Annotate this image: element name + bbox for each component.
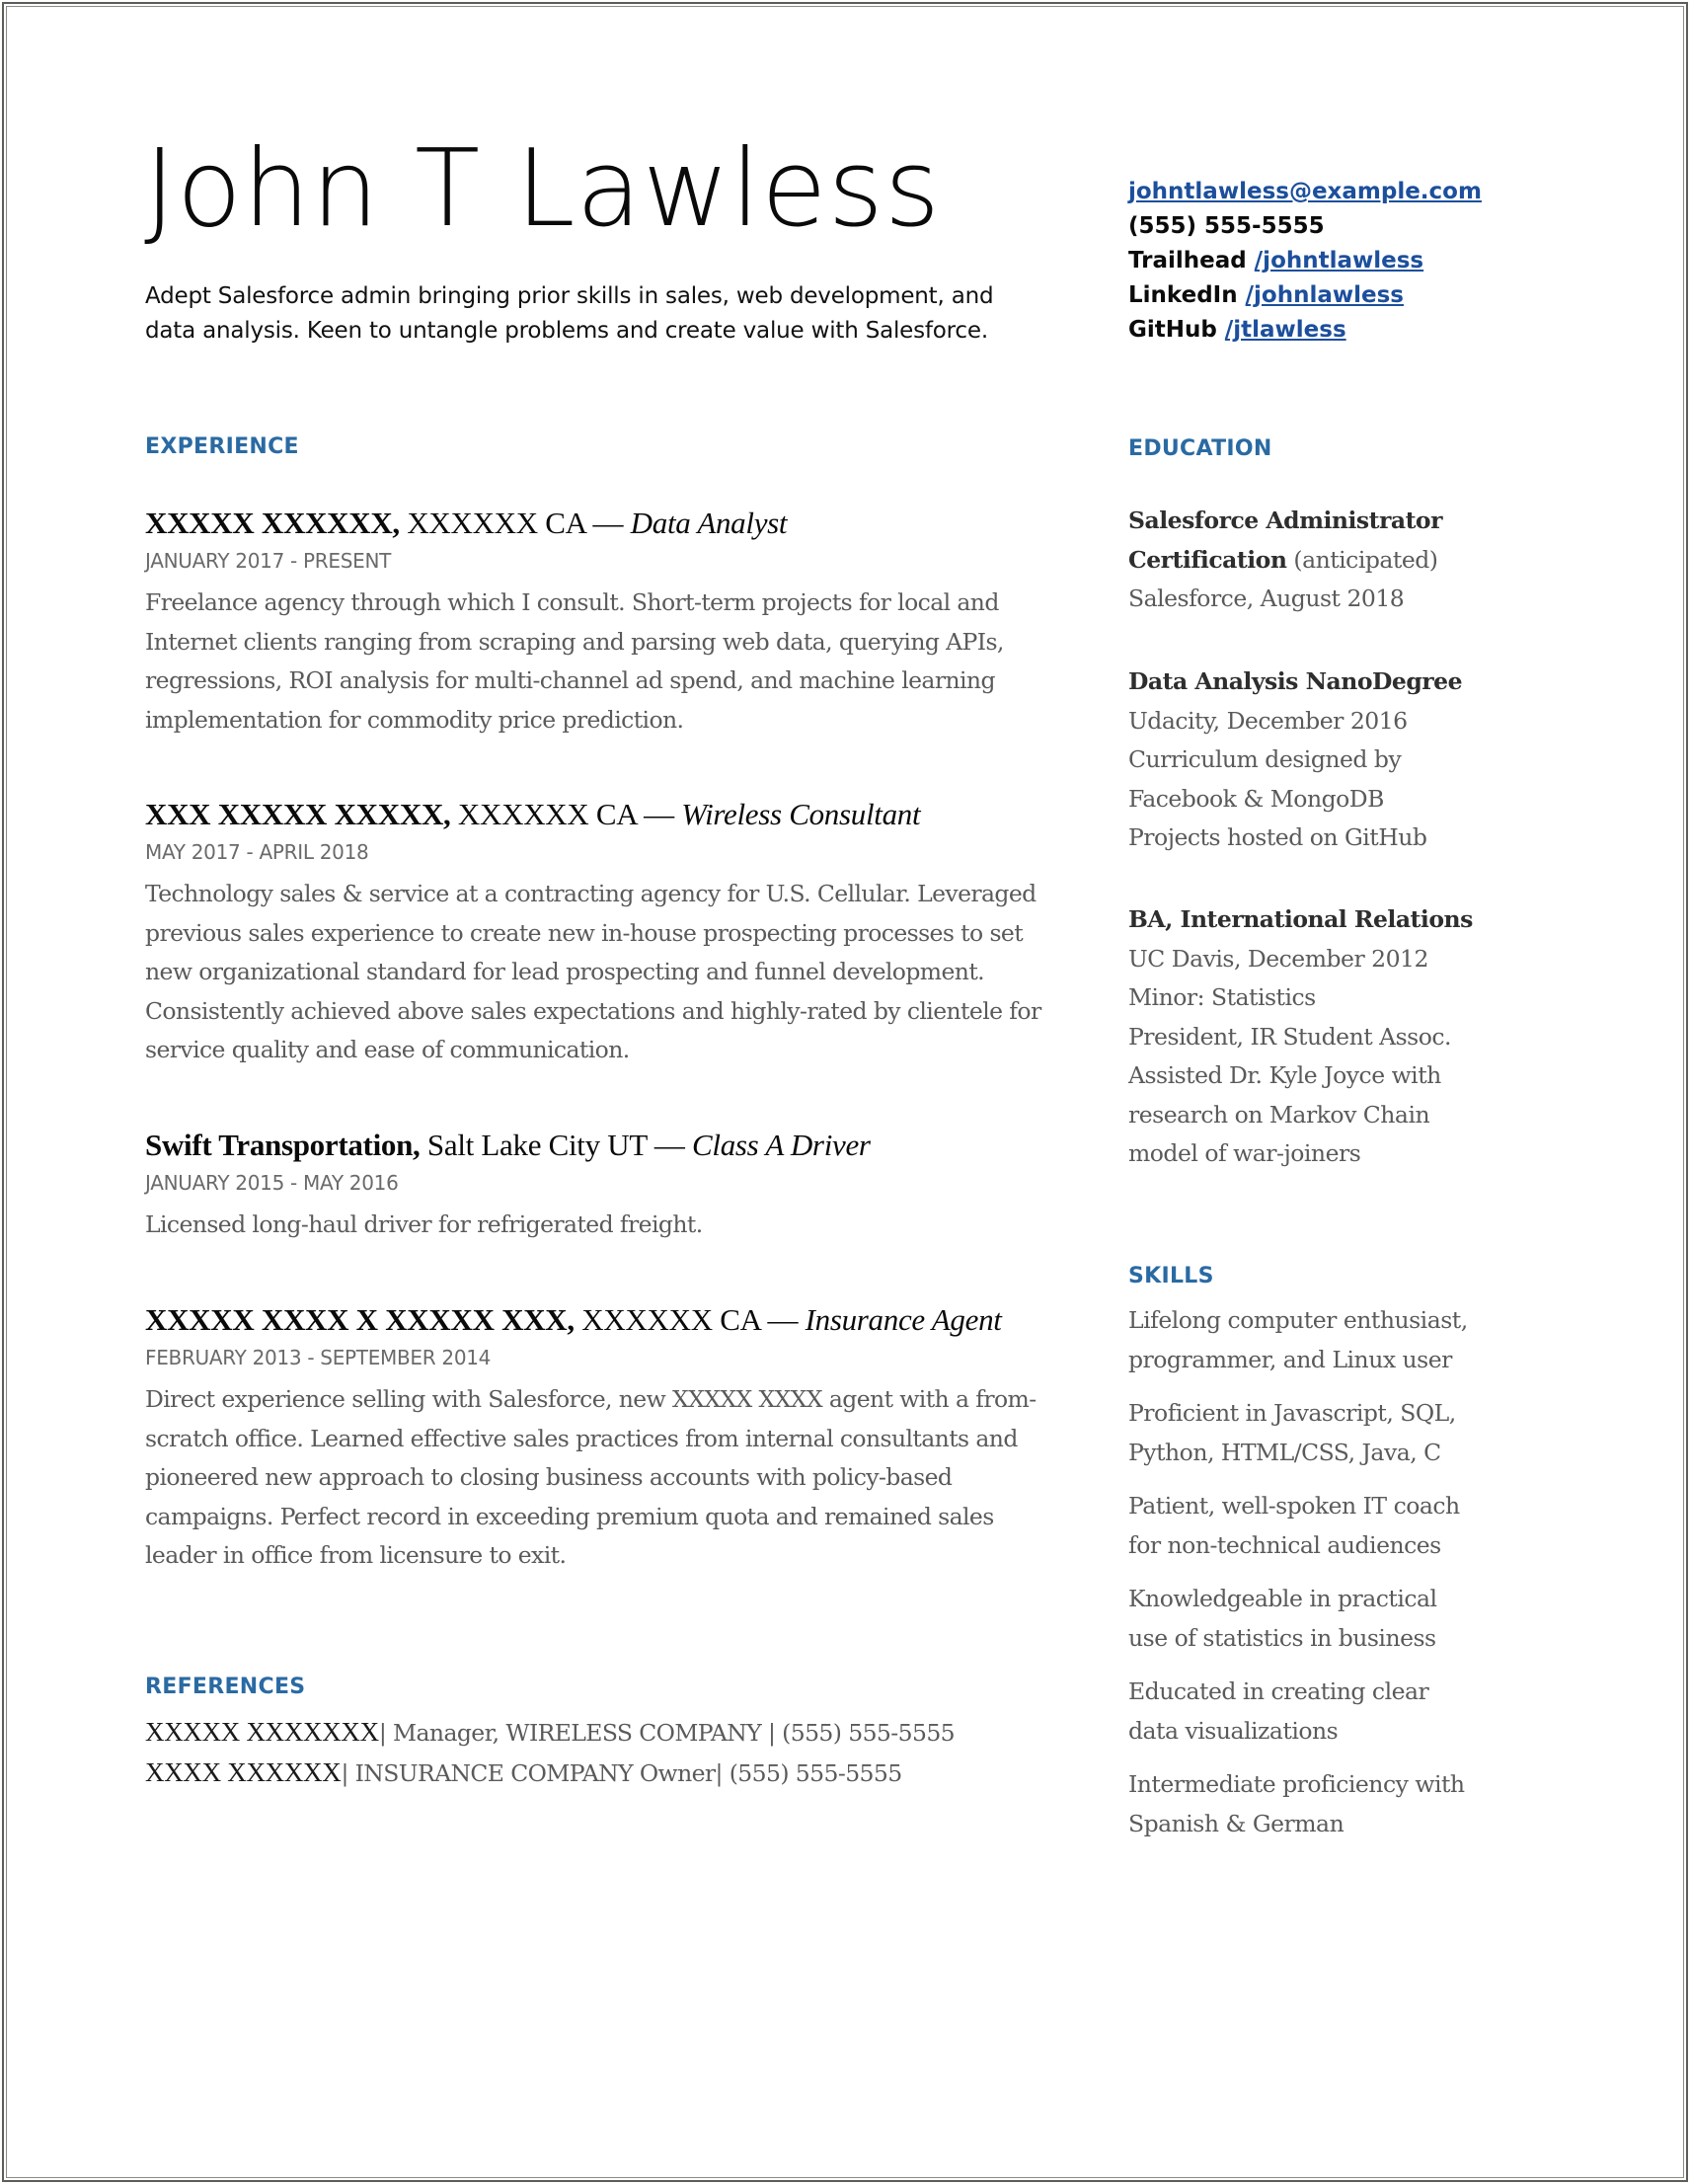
job-heading: XXXXX XXXXXX, XXXXXX CA — Data Analyst xyxy=(145,504,1063,543)
job-entry: Swift Transportation, Salt Lake City UT … xyxy=(145,1126,1063,1245)
education-detail: Curriculum designed by xyxy=(1128,745,1402,773)
education-detail: Salesforce, August 2018 xyxy=(1128,585,1405,612)
job-description: Licensed long-haul driver for refrigerat… xyxy=(145,1210,703,1238)
education-item: BA, International Relations UC Davis, De… xyxy=(1128,900,1642,1174)
education-detail: model of war-joiners xyxy=(1128,1139,1361,1167)
skills-list: Lifelong computer enthusiast, programmer,… xyxy=(1128,1301,1642,1858)
job-location: XXXXXX CA — xyxy=(450,797,682,831)
job-entry: XXX XXXXX XXXXX, XXXXXX CA — Wireless Co… xyxy=(145,795,1063,1070)
references-list: XXXXX XXXXXXX| Manager, WIRELESS COMPANY… xyxy=(145,1713,956,1794)
reference-item: XXXXX XXXXXXX| Manager, WIRELESS COMPANY… xyxy=(145,1713,956,1754)
contact-block: johntlawless@example.com (555) 555-5555 … xyxy=(1128,175,1482,348)
job-org: XXXXX XXXX X XXXXX XXX, xyxy=(145,1302,575,1337)
linkedin-link[interactable]: /johnlawless xyxy=(1246,282,1404,308)
education-detail: Udacity, December 2016 xyxy=(1128,706,1408,735)
skill-line: Patient, well-spoken IT coach xyxy=(1128,1492,1460,1520)
trailhead-label: Trailhead xyxy=(1128,248,1247,273)
skill-line: data visualizations xyxy=(1128,1716,1339,1745)
education-title-cont: Certification xyxy=(1128,545,1287,574)
education-detail: UC Davis, December 2012 xyxy=(1128,944,1428,973)
job-org: XXXXX XXXXXX, xyxy=(145,506,400,540)
skill-item: Proficient in Javascript, SQL, Python, HT… xyxy=(1128,1394,1642,1472)
skill-line: Spanish & German xyxy=(1128,1809,1344,1837)
education-item: Salesforce Administrator Certification (… xyxy=(1128,502,1642,619)
education-detail: Assisted Dr. Kyle Joyce with xyxy=(1128,1061,1441,1089)
job-description: Freelance agency through which I consult… xyxy=(145,588,1004,734)
job-role: Data Analyst xyxy=(630,506,788,540)
experience-heading: EXPERIENCE xyxy=(145,434,299,459)
skill-line: Educated in creating clear xyxy=(1128,1677,1429,1705)
education-detail: Minor: Statistics xyxy=(1128,983,1316,1011)
job-heading: XXX XXXXX XXXXX, XXXXXX CA — Wireless Co… xyxy=(145,795,1063,834)
skill-item: Knowledgeable in practical use of statist… xyxy=(1128,1580,1642,1658)
reference-detail: | Manager, WIRELESS COMPANY | (555) 555-… xyxy=(378,1719,956,1747)
skills-heading: SKILLS xyxy=(1128,1264,1214,1288)
skill-line: Intermediate proficiency with xyxy=(1128,1770,1465,1798)
skill-line: Lifelong computer enthusiast, xyxy=(1128,1306,1468,1334)
skill-line: Python, HTML/CSS, Java, C xyxy=(1128,1438,1441,1466)
education-title: Salesforce Administrator xyxy=(1128,507,1443,534)
skill-line: programmer, and Linux user xyxy=(1128,1345,1452,1373)
job-entry: XXXXX XXXXXX, XXXXXX CA — Data Analyst J… xyxy=(145,504,1063,740)
education-detail: Facebook & MongoDB xyxy=(1128,784,1384,813)
job-heading: Swift Transportation, Salt Lake City UT … xyxy=(145,1126,1063,1165)
linkedin-label: LinkedIn xyxy=(1128,282,1238,308)
education-note: (anticipated) xyxy=(1286,545,1438,574)
skill-line: for non-technical audiences xyxy=(1128,1530,1441,1559)
skill-item: Intermediate proficiency with Spanish & G… xyxy=(1128,1765,1642,1843)
reference-detail: | INSURANCE COMPANY Owner| (555) 555-555… xyxy=(341,1758,902,1787)
references-heading: REFERENCES xyxy=(145,1675,306,1699)
job-date: JANUARY 2015 - MAY 2016 xyxy=(145,1171,399,1195)
job-org: Swift Transportation, xyxy=(145,1128,421,1162)
skill-item: Educated in creating clear data visualiza… xyxy=(1128,1673,1642,1751)
job-location: Salt Lake City UT — xyxy=(420,1128,693,1162)
skill-line: Proficient in Javascript, SQL, xyxy=(1128,1399,1456,1427)
job-date: FEBRUARY 2013 - SEPTEMBER 2014 xyxy=(145,1346,492,1369)
job-role: Insurance Agent xyxy=(805,1302,1002,1337)
job-location: XXXXXX CA — xyxy=(574,1302,806,1337)
education-detail: research on Markov Chain xyxy=(1128,1100,1430,1129)
job-date: MAY 2017 - APRIL 2018 xyxy=(145,840,369,864)
trailhead-link[interactable]: /johntlawless xyxy=(1255,248,1423,273)
education-item: Data Analysis NanoDegree Udacity, Decemb… xyxy=(1128,663,1642,858)
reference-name: XXXX XXXXXX xyxy=(145,1756,342,1787)
job-role: Wireless Consultant xyxy=(681,797,921,831)
job-location: XXXXXX CA — xyxy=(399,506,631,540)
job-org: XXX XXXXX XXXXX, xyxy=(145,797,451,831)
phone: (555) 555-5555 xyxy=(1128,213,1325,239)
education-heading: EDUCATION xyxy=(1128,436,1272,461)
candidate-name: John T Lawless xyxy=(144,127,942,251)
education-title: BA, International Relations xyxy=(1128,905,1473,933)
job-entry: XXXXX XXXX X XXXXX XXX, XXXXXX CA — Insu… xyxy=(145,1300,1063,1576)
email-link[interactable]: johntlawless@example.com xyxy=(1128,179,1482,204)
github-label: GitHub xyxy=(1128,317,1217,343)
summary: Adept Salesforce admin bringing prior sk… xyxy=(145,283,994,344)
education-title: Data Analysis NanoDegree xyxy=(1128,667,1463,695)
skill-item: Patient, well-spoken IT coach for non-tec… xyxy=(1128,1487,1642,1565)
github-link[interactable]: /jtlawless xyxy=(1225,317,1346,343)
education-detail: President, IR Student Assoc. xyxy=(1128,1022,1452,1051)
reference-item: XXXX XXXXXX| INSURANCE COMPANY Owner| (5… xyxy=(145,1754,955,1794)
job-role: Class A Driver xyxy=(692,1128,871,1162)
job-heading: XXXXX XXXX X XXXXX XXX, XXXXXX CA — Insu… xyxy=(145,1300,1063,1340)
job-date: JANUARY 2017 - PRESENT xyxy=(145,549,392,573)
skill-line: Knowledgeable in practical xyxy=(1128,1585,1437,1612)
skill-line: use of statistics in business xyxy=(1128,1623,1436,1652)
reference-name: XXXXX XXXXXXX xyxy=(145,1717,379,1747)
education-detail: Projects hosted on GitHub xyxy=(1128,823,1427,851)
job-description: Direct experience selling with Salesforc… xyxy=(145,1385,1037,1569)
skill-item: Lifelong computer enthusiast, programmer,… xyxy=(1128,1301,1642,1379)
job-description: Technology sales & service at a contract… xyxy=(145,880,1041,1063)
